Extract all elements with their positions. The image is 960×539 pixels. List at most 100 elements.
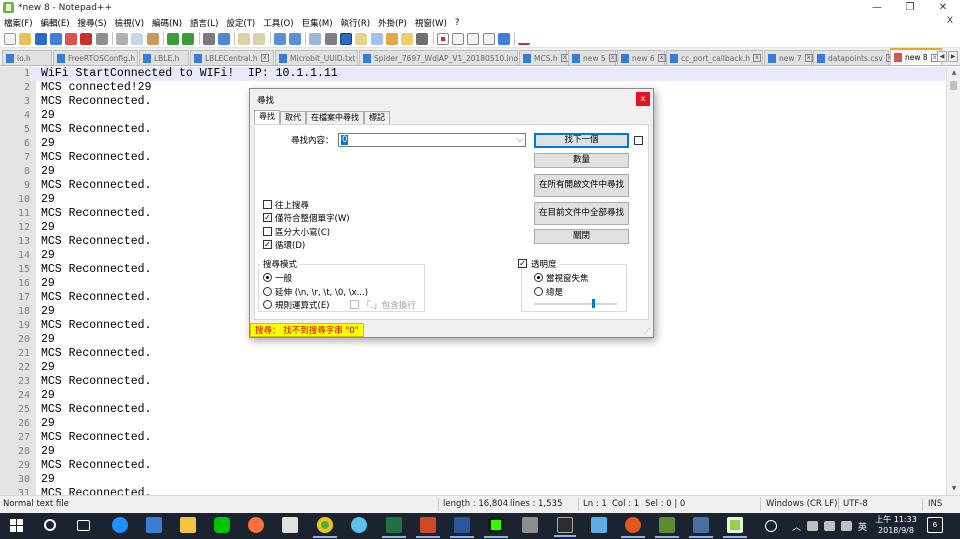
scroll-up-icon[interactable]: ▲ <box>947 67 960 79</box>
tab-mark[interactable]: 標記 <box>364 111 390 124</box>
store-icon[interactable] <box>146 517 162 533</box>
network-icon[interactable] <box>807 521 818 531</box>
editor-line[interactable]: 22 29 <box>0 361 946 375</box>
tab-new-6[interactable]: new 6x <box>617 50 666 65</box>
chrome-icon[interactable] <box>313 517 337 538</box>
tab-lblecentral-h[interactable]: LBLECentral.h x <box>190 50 274 65</box>
menu-help[interactable]: ? <box>455 18 460 28</box>
transparency-slider[interactable] <box>534 303 617 305</box>
task-view-icon[interactable] <box>77 520 90 531</box>
save-macro-icon[interactable] <box>497 32 510 45</box>
chevron-down-icon[interactable]: ⌵ <box>517 134 523 146</box>
excel-icon[interactable] <box>382 517 406 538</box>
menu-run[interactable]: 執行(R) <box>341 17 371 29</box>
menu-macro[interactable]: 巨集(M) <box>302 17 333 29</box>
app-icon[interactable] <box>591 517 607 533</box>
show-hidden-icons-icon[interactable]: ︿ <box>792 520 801 533</box>
backward-direction-checkbox[interactable] <box>263 200 272 209</box>
editor-line[interactable]: 30 29 <box>0 473 946 487</box>
resize-grip-icon[interactable]: ⋰ <box>644 327 651 335</box>
editor-line[interactable]: 23 MCS Reconnected. <box>0 375 946 389</box>
tab-scroll-left-icon[interactable]: ◀ <box>937 51 947 62</box>
close-tab-icon[interactable]: x <box>752 54 761 62</box>
tab-freertosconfig-h[interactable]: FreeRTOSConfig.h <box>53 50 138 65</box>
doc-map-icon[interactable] <box>370 32 383 45</box>
close-tab-icon[interactable]: x <box>804 54 813 62</box>
search-mode-extended-radio[interactable] <box>263 287 272 296</box>
menu-view[interactable]: 檢視(V) <box>115 17 144 29</box>
firefox-icon[interactable] <box>248 517 264 533</box>
notification-center-icon[interactable]: 6 <box>927 517 943 533</box>
close-button[interactable]: 關閉 <box>534 229 629 244</box>
show-all-chars-icon[interactable] <box>324 32 337 45</box>
tab-microbit-uuid-txt[interactable]: Microbit_UUID.txt <box>275 50 358 65</box>
find-what-input[interactable]: 0 ⌵ <box>338 133 526 147</box>
redo-icon[interactable] <box>182 32 195 45</box>
close-window-button[interactable]: ✕ <box>928 0 958 15</box>
editor-line[interactable]: 21 MCS Reconnected. <box>0 347 946 361</box>
save-all-icon[interactable] <box>49 32 62 45</box>
function-list-icon[interactable] <box>385 32 398 45</box>
tab-new-5[interactable]: new 5x <box>568 50 617 65</box>
vertical-scrollbar[interactable]: ▲ ▼ <box>946 67 960 495</box>
clock[interactable]: 上午 11:33 2018/9/8 <box>872 514 920 536</box>
menu-file[interactable]: 檔案(F) <box>4 17 33 29</box>
spellcheck-icon[interactable] <box>518 32 531 45</box>
tab-find[interactable]: 尋找 <box>254 110 280 124</box>
tab-mcs-h[interactable]: MCS.h x <box>519 50 569 65</box>
find-icon[interactable] <box>202 32 215 45</box>
close-icon[interactable] <box>65 32 78 45</box>
close-tab-icon[interactable]: x <box>260 54 269 62</box>
print-icon[interactable] <box>95 32 108 45</box>
transparency-checkbox[interactable]: ✓ <box>518 259 527 268</box>
tab-io-h[interactable]: io.h <box>2 50 52 65</box>
sync-scroll-v-icon[interactable] <box>273 32 286 45</box>
find-next-button[interactable]: 找下一個 <box>534 133 629 148</box>
tab-new-8[interactable]: new 8x <box>890 48 942 65</box>
zoom-out-icon[interactable] <box>253 32 266 45</box>
transparency-always-radio[interactable] <box>534 287 543 296</box>
menu-plugins[interactable]: 外掛(P) <box>378 17 407 29</box>
tab-find-in-files[interactable]: 在檔案中尋找 <box>306 111 364 124</box>
record-macro-icon[interactable] <box>436 32 449 45</box>
scrollbar-thumb[interactable] <box>950 81 957 90</box>
close-all-icon[interactable] <box>80 32 93 45</box>
match-whole-word-checkbox[interactable]: ✓ <box>263 213 272 222</box>
tab-lble-h[interactable]: LBLE.h <box>139 50 189 65</box>
editor-line[interactable]: 24 29 <box>0 389 946 403</box>
notepad-plus-plus-taskbar-icon[interactable] <box>723 517 747 538</box>
word-wrap-icon[interactable] <box>309 32 322 45</box>
find-all-in-current-doc-button[interactable]: 在目前文件中全部尋找 <box>534 202 629 225</box>
windows-start-icon[interactable] <box>10 519 24 533</box>
tab-scroll-right-icon[interactable]: ▶ <box>948 51 958 62</box>
edge-icon[interactable] <box>112 517 128 533</box>
search-mode-normal-radio[interactable] <box>263 273 272 282</box>
tab-datapoints-csv[interactable]: datapoints.csvx <box>813 50 894 65</box>
stop-macro-icon[interactable] <box>452 32 465 45</box>
close-tab-icon[interactable]: x <box>657 54 666 62</box>
replace-icon[interactable] <box>217 32 230 45</box>
count-button[interactable]: 數量 <box>534 153 629 168</box>
editor-line[interactable]: 27 MCS Reconnected. <box>0 431 946 445</box>
indent-guide-icon[interactable] <box>339 32 352 45</box>
play-macro-icon[interactable] <box>467 32 480 45</box>
dot-matches-newline-checkbox[interactable] <box>350 300 359 309</box>
tab-new-7[interactable]: new 7x <box>764 50 813 65</box>
new-file-icon[interactable] <box>4 32 16 45</box>
menu-language[interactable]: 語言(L) <box>190 17 218 29</box>
find-next-option-checkbox[interactable] <box>634 136 643 145</box>
current-line[interactable]: 1 WiFi StartConnected to WIFi! IP: 10.1.1… <box>0 67 946 81</box>
tab-cc-port-callback-h[interactable]: cc_port_callback.h x <box>666 50 763 65</box>
wrap-around-checkbox[interactable]: ✓ <box>263 240 272 249</box>
file-explorer-icon[interactable] <box>180 517 196 533</box>
editor-line[interactable]: 29 MCS Reconnected. <box>0 459 946 473</box>
menu-encoding[interactable]: 編碼(N) <box>152 17 182 29</box>
editor-line[interactable]: 28 29 <box>0 445 946 459</box>
tab-replace[interactable]: 取代 <box>280 111 306 124</box>
undo-icon[interactable] <box>166 32 179 45</box>
dreamweaver-icon[interactable] <box>484 517 508 538</box>
open-file-icon[interactable] <box>19 32 32 45</box>
find-all-in-open-docs-button[interactable]: 在所有開啟文件中尋找 <box>534 174 629 197</box>
search-mode-regex-radio[interactable] <box>263 300 272 309</box>
app-icon[interactable] <box>655 517 679 538</box>
